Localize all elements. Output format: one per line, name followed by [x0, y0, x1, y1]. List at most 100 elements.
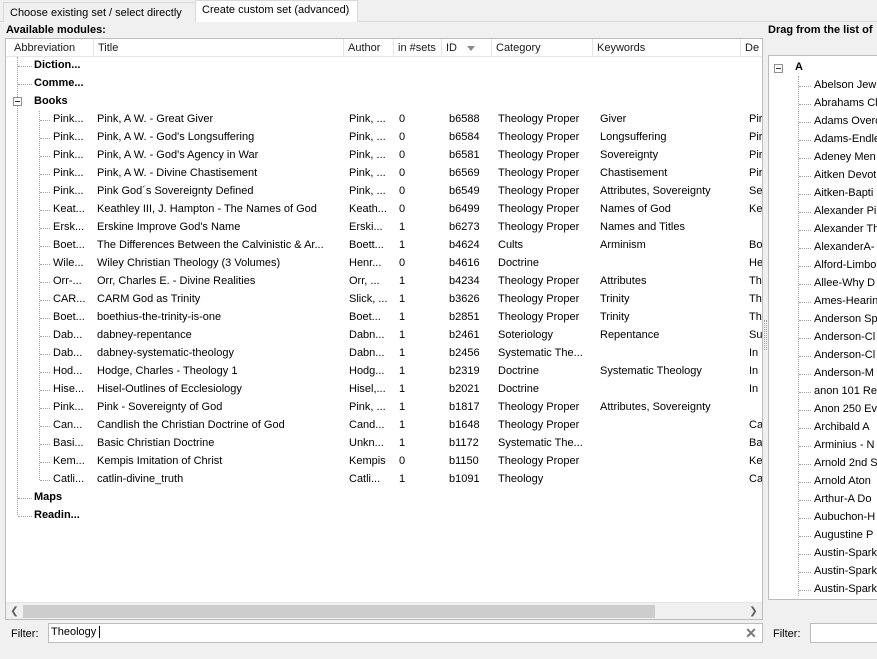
table-row[interactable]: CAR... CARM God as Trinity Slick, ... 1 b362… [6, 291, 762, 309]
table-row[interactable]: Pink... Pink God´s Sovereignty Defined Pin… [6, 183, 762, 201]
list-item[interactable]: anon 101 Re [769, 383, 877, 401]
cell-author: Hodg... [349, 365, 385, 377]
table-row[interactable]: Wile... Wiley Christian Theology (3 Volum… [6, 255, 762, 273]
table-row[interactable]: Orr-... Orr, Charles E. - Divine Realitie… [6, 273, 762, 291]
tree-group-maps[interactable]: Maps [6, 489, 762, 507]
list-item[interactable]: Augustine P [769, 527, 877, 545]
list-item[interactable]: Alford-Limbo [769, 257, 877, 275]
tree-branch-line [799, 554, 811, 555]
available-modules-tree[interactable]: Abbreviation Title Author in #sets ID Ca… [5, 38, 763, 620]
list-item[interactable]: AlexanderA- [769, 239, 877, 257]
filter-input[interactable]: Theology [48, 623, 763, 643]
cell-id: b1150 [449, 455, 479, 467]
list-item[interactable]: Anderson-Cl [769, 329, 877, 347]
list-item[interactable]: Aitken Devot [769, 167, 877, 185]
cell-in-sets: 0 [399, 131, 406, 143]
scroll-right-icon[interactable]: ❯ [745, 603, 762, 619]
cell-id: b1648 [449, 419, 480, 431]
tree-group-dictionaries[interactable]: Diction... [6, 57, 762, 75]
table-row[interactable]: Can... Candlish the Christian Doctrine of… [6, 417, 762, 435]
scroll-left-icon[interactable]: ❮ [6, 603, 23, 619]
cell-description: Ca [749, 473, 763, 485]
cell-title: Basic Christian Doctrine [97, 437, 215, 449]
cell-id: b6584 [449, 131, 480, 143]
table-row[interactable]: Pink... Pink, A W. - God's Longsuffering P… [6, 129, 762, 147]
tree-branch-line [40, 156, 50, 157]
table-row[interactable]: Boet... The Differences Between the Calvi… [6, 237, 762, 255]
col-header-description[interactable]: De [741, 39, 762, 57]
table-row[interactable]: Basi... Basic Christian Doctrine Unkn... 1 b… [6, 435, 762, 453]
col-header-abbreviation[interactable]: Abbreviation [10, 39, 94, 57]
list-item-label: Aitken-Bapti [814, 187, 874, 199]
list-item[interactable]: Austin-Spark [769, 581, 877, 599]
list-item[interactable]: Arminius - N [769, 437, 877, 455]
cell-abbreviation: Hise... [53, 383, 85, 395]
table-row[interactable]: Hise... Hisel-Outlines of Ecclesiology His… [6, 381, 762, 399]
all-modules-tree[interactable]: A Abelson Jew Abrahams Cl Adams Overc Adams… [768, 55, 877, 600]
list-item[interactable]: Adeney Men [769, 149, 877, 167]
scrollbar-thumb[interactable] [23, 605, 655, 618]
cell-id: b3626 [449, 293, 480, 305]
col-header-in-sets[interactable]: in #sets [394, 39, 442, 57]
table-row[interactable]: Pink... Pink, A W. - Great Giver Pink, ...… [6, 111, 762, 129]
list-item[interactable]: Ames-Hearin [769, 293, 877, 311]
tree-group-reading[interactable]: Readin... [6, 507, 762, 525]
list-item[interactable]: Adams Overc [769, 113, 877, 131]
list-item[interactable]: Arnold 2nd S [769, 455, 877, 473]
minus-box-icon[interactable] [13, 97, 22, 106]
table-row[interactable]: Hod... Hodge, Charles - Theology 1 Hodg...… [6, 363, 762, 381]
list-item[interactable]: Aitken-Bapti [769, 185, 877, 203]
table-row[interactable]: Dab... dabney-repentance Dabn... 1 b2461 Sote… [6, 327, 762, 345]
table-row[interactable]: Boet... boethius-the-trinity-is-one Boet..… [6, 309, 762, 327]
table-row[interactable]: Pink... Pink, A W. - God's Agency in War P… [6, 147, 762, 165]
tree-group-books[interactable]: Books [6, 93, 762, 111]
tree-group-commentaries[interactable]: Comme... [6, 75, 762, 93]
clear-x-icon[interactable]: ✕ [745, 626, 757, 640]
table-row[interactable]: Keat... Keathley III, J. Hampton - The Na… [6, 201, 762, 219]
table-row[interactable]: Pink... Pink, A W. - Divine Chastisement P… [6, 165, 762, 183]
cell-abbreviation: Dab... [53, 329, 83, 341]
table-row[interactable]: Kem... Kempis Imitation of Christ Kempis 0 b… [6, 453, 762, 471]
cell-id: b1091 [449, 473, 480, 485]
cell-description: Bo [749, 239, 763, 251]
cell-keywords: Names and Titles [600, 221, 685, 233]
col-header-author[interactable]: Author [344, 39, 394, 57]
tree-branch-line [40, 138, 50, 139]
tab-choose-existing-set[interactable]: Choose existing set / select directly [3, 2, 196, 22]
tree-branch-line [799, 194, 811, 195]
list-item[interactable]: Aubuchon-H [769, 509, 877, 527]
list-item[interactable]: Austin-Spark [769, 563, 877, 581]
minus-box-icon[interactable] [774, 64, 783, 73]
right-filter-input[interactable] [810, 623, 877, 643]
list-item[interactable]: Archibald A [769, 419, 877, 437]
table-row[interactable]: Ersk... Erskine Improve God's Name Erski..… [6, 219, 762, 237]
tree-group-a[interactable]: A [769, 59, 877, 77]
list-item[interactable]: Abrahams Cl [769, 95, 877, 113]
horizontal-scrollbar[interactable]: ❮ ❯ [6, 602, 762, 619]
list-item[interactable]: Anderson-Cl [769, 347, 877, 365]
tree-branch-line [799, 446, 811, 447]
col-header-category[interactable]: Category [492, 39, 593, 57]
cell-keywords: Trinity [600, 311, 630, 323]
table-row[interactable]: Pink... Pink - Sovereignty of God Pink, ..… [6, 399, 762, 417]
list-item[interactable]: Arnold Aton [769, 473, 877, 491]
table-row[interactable]: Catli... catlin-divine_truth Catli... 1 b109… [6, 471, 762, 489]
col-header-keywords[interactable]: Keywords [593, 39, 741, 57]
list-item[interactable]: Abelson Jew [769, 77, 877, 95]
list-item[interactable]: Austin-Spark [769, 545, 877, 563]
list-item[interactable]: Alexander Th [769, 221, 877, 239]
col-header-id[interactable]: ID [442, 39, 492, 57]
list-item[interactable]: Anderson-M [769, 365, 877, 383]
list-item[interactable]: Anderson Sp [769, 311, 877, 329]
list-item[interactable]: Allee-Why D [769, 275, 877, 293]
cell-title: Hodge, Charles - Theology 1 [97, 365, 238, 377]
col-header-title[interactable]: Title [94, 39, 344, 57]
panel-splitter[interactable] [764, 320, 767, 350]
list-item[interactable]: Alexander Pi [769, 203, 877, 221]
list-item[interactable]: Anon 250 Ev [769, 401, 877, 419]
table-row[interactable]: Dab... dabney-systematic-theology Dabn... 1… [6, 345, 762, 363]
list-item[interactable]: Adams-Endle [769, 131, 877, 149]
tree-branch-line [18, 66, 32, 67]
list-item[interactable]: Arthur-A Do [769, 491, 877, 509]
tab-create-custom-set[interactable]: Create custom set (advanced) [195, 0, 358, 22]
